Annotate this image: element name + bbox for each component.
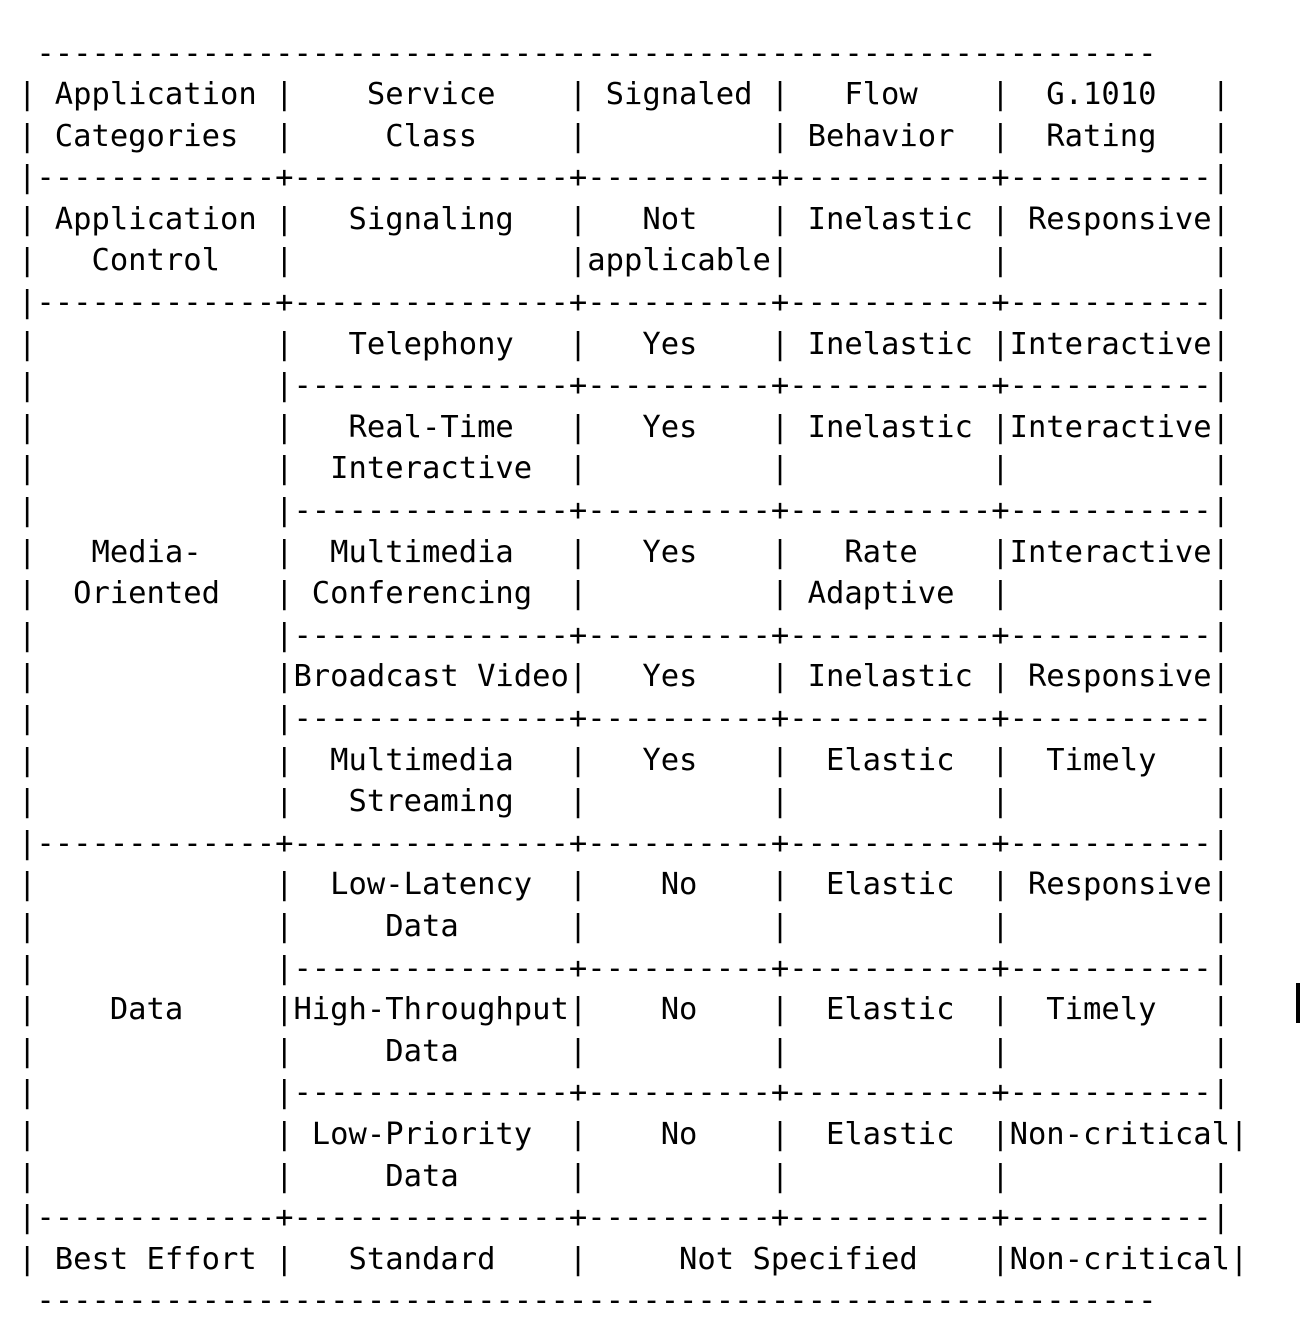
- row-multimedia-conferencing-line-2: | Oriented | Conferencing | | Adaptive |…: [18, 576, 1230, 612]
- row-telephony-line-1: | | Telephony | Yes | Inelastic |Interac…: [18, 326, 1230, 362]
- row-low-priority-data-line-1: | | Low-Priority | No | Elastic |Non-cri…: [18, 1116, 1249, 1152]
- row-low-priority-data-line-2: | | Data | | | |: [18, 1158, 1230, 1194]
- row-application-control-line-1: | Application | Signaling | Not | Inelas…: [18, 201, 1230, 237]
- row-real-time-interactive-line-2: | | Interactive | | | |: [18, 451, 1230, 487]
- table-rule-header: |-------------+---------------+---------…: [18, 160, 1230, 196]
- table-rule-bottom: ----------------------------------------…: [18, 1283, 1157, 1319]
- table-rule-row-broadcast: | |---------------+----------+----------…: [18, 701, 1230, 736]
- table-rule-group-1: |-------------+---------------+---------…: [18, 285, 1230, 321]
- table-rule-row-real-time: | |---------------+----------+----------…: [18, 493, 1230, 529]
- row-multimedia-conferencing-line-1: | Media- | Multimedia | Yes | Rate |Inte…: [18, 534, 1230, 570]
- table-rule-row-low-latency: | |---------------+----------+----------…: [18, 950, 1230, 986]
- row-application-control-line-2: | Control | |applicable| | |: [18, 243, 1230, 279]
- table-rule-group-2: |-------------+---------------+---------…: [18, 825, 1230, 861]
- row-broadcast-video-line-1: | |Broadcast Video| Yes | Inelastic | Re…: [18, 659, 1230, 695]
- row-low-latency-data-line-1: | | Low-Latency | No | Elastic | Respons…: [18, 867, 1230, 903]
- table-rule-row-telephony: | |---------------+----------+----------…: [18, 368, 1230, 404]
- row-low-latency-data-line-2: | | Data | | | |: [18, 908, 1230, 944]
- row-best-effort-line-1: | Best Effort | Standard | Not Specified…: [18, 1241, 1249, 1277]
- table-header-line-2: | Categories | Class | | Behavior | Rati…: [18, 118, 1230, 154]
- row-multimedia-streaming-line-1: | | Multimedia | Yes | Elastic | Timely …: [18, 742, 1230, 778]
- table-rule-row-conferencing: | |---------------+----------+----------…: [18, 617, 1230, 653]
- row-high-throughput-data-line-2: | | Data | | | |: [18, 1033, 1230, 1069]
- right-edge-glyph-artifact: [1296, 983, 1300, 1023]
- table-rule-top: ----------------------------------------…: [18, 35, 1157, 71]
- row-real-time-interactive-line-1: | | Real-Time | Yes | Inelastic |Interac…: [18, 409, 1230, 445]
- table-rule-group-3: |-------------+---------------+---------…: [18, 1200, 1230, 1236]
- row-multimedia-streaming-line-2: | | Streaming | | | |: [18, 784, 1230, 820]
- table-rule-row-high-throughput: | |---------------+----------+----------…: [18, 1075, 1230, 1111]
- ascii-art-table: ----------------------------------------…: [18, 33, 1248, 1322]
- row-high-throughput-data-line-1: | Data |High-Throughput| No | Elastic | …: [18, 992, 1230, 1028]
- table-header-line-1: | Application | Service | Signaled | Flo…: [18, 77, 1230, 113]
